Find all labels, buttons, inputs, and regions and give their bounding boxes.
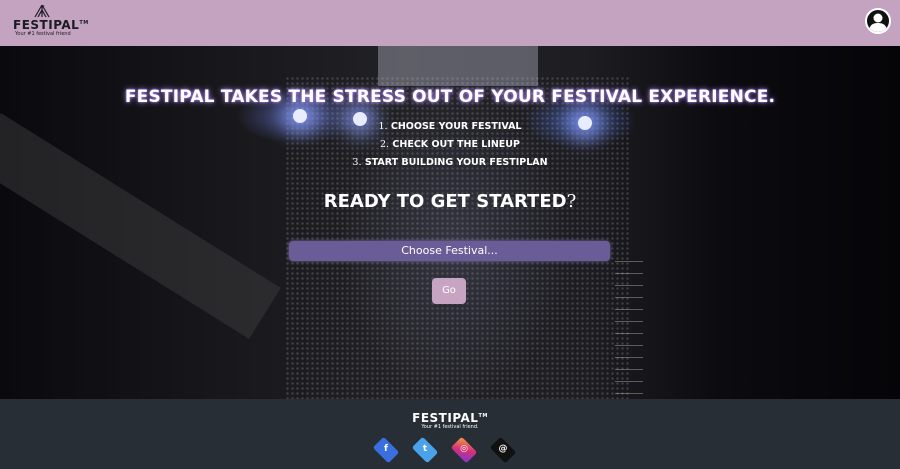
step-item: 3. Start building your FestiPlan — [352, 157, 548, 168]
stage-background — [378, 46, 538, 86]
logo-tagline: Your #1 festival friend — [15, 31, 71, 37]
step-item: 1. Choose your festival — [378, 121, 522, 132]
footer: FESTIPALTM Your #1 festival friend. f t … — [0, 399, 900, 469]
footer-logo-title: FESTIPALTM — [412, 411, 488, 425]
step-item: 2. Check out the lineup — [380, 139, 520, 150]
tent-icon — [34, 4, 50, 18]
instagram-link[interactable]: ◎ — [449, 436, 479, 464]
tiles-background — [615, 261, 643, 396]
hero-headline: Festipal takes the stress out of your fe… — [124, 87, 776, 107]
steps-list: 1. Choose your festival 2. Check out the… — [0, 118, 900, 172]
cta-heading: Ready to get started? — [323, 191, 577, 212]
logo-title: FESTIPALTM — [13, 18, 89, 32]
user-avatar-icon[interactable] — [865, 8, 891, 34]
go-button[interactable]: Go — [432, 278, 466, 304]
header: FESTIPALTM Your #1 festival friend — [0, 0, 900, 46]
footer-tagline: Your #1 festival friend. — [421, 424, 479, 430]
facebook-link[interactable]: f — [371, 436, 401, 464]
hero-section: Festipal takes the stress out of your fe… — [0, 46, 900, 399]
festival-select[interactable]: Choose Festival... — [289, 241, 610, 261]
twitter-link[interactable]: t — [410, 436, 440, 464]
festipal-logo[interactable]: FESTIPALTM Your #1 festival friend — [13, 4, 88, 40]
threads-link[interactable]: @ — [488, 436, 518, 464]
